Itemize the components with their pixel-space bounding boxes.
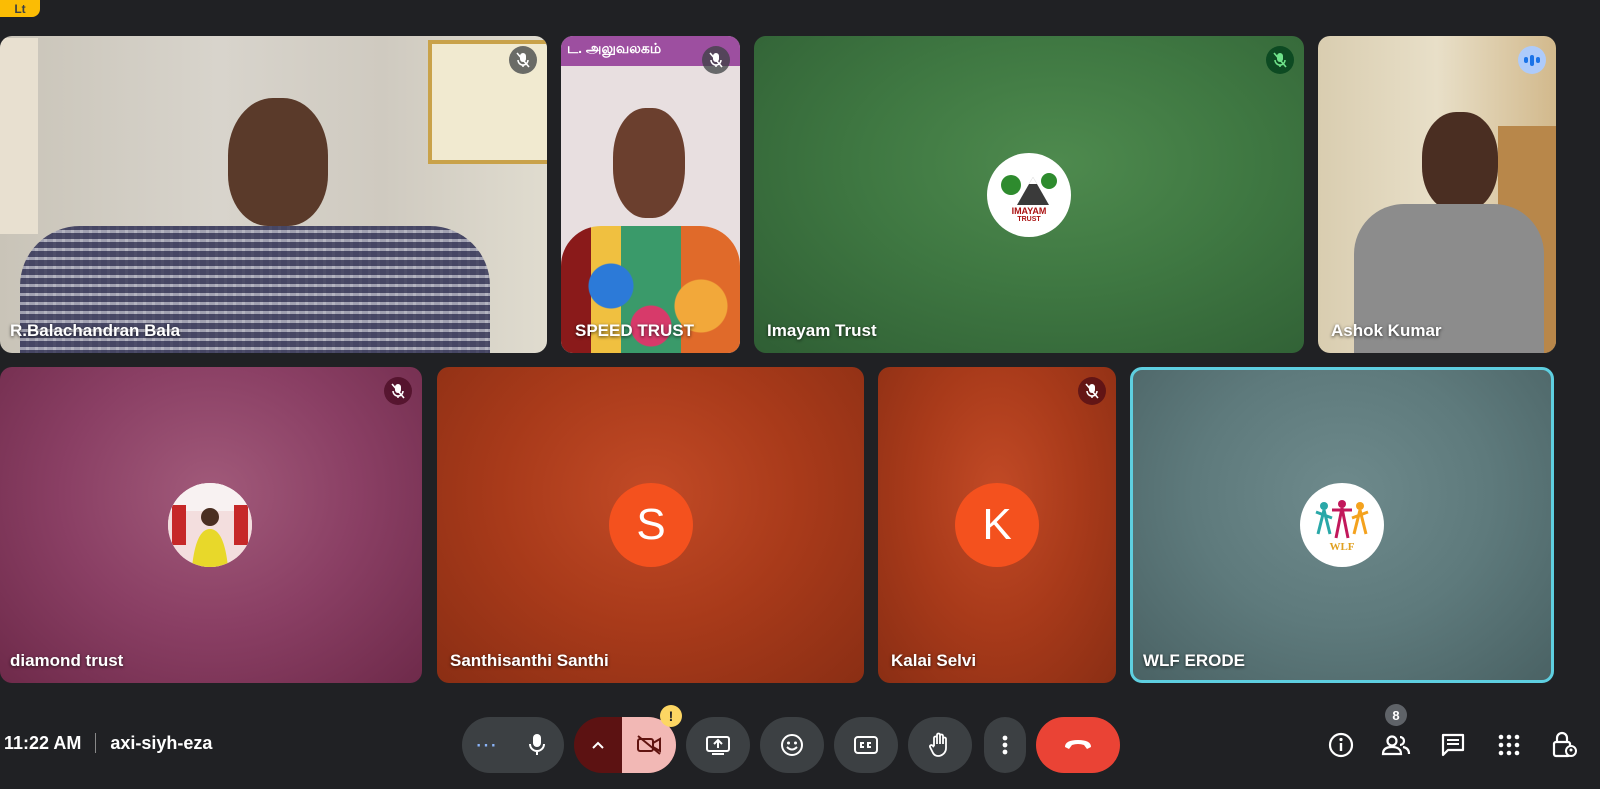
camera-off-button[interactable]: ! [622, 705, 682, 773]
apps-grid-icon [1498, 734, 1520, 756]
mountain-tree-icon [1001, 172, 1057, 205]
mic-off-indicator [1078, 377, 1106, 405]
mic-off-indicator [384, 377, 412, 405]
camera-alert-badge: ! [660, 705, 682, 727]
closed-captions-icon [854, 736, 878, 754]
info-divider [95, 733, 97, 753]
participant-tile-wlf-erode[interactable]: WLF WLF ERODE [1130, 367, 1554, 683]
more-dots-icon: ⋯ [475, 732, 497, 757]
audio-options-button[interactable]: ⋯ [462, 717, 510, 773]
participant-name: WLF ERODE [1143, 651, 1245, 670]
meeting-time: 11:22 AM [4, 732, 82, 753]
imayam-logo-avatar: IMAYAM TRUST [987, 153, 1071, 237]
participant-tile-kalai-selvi[interactable]: K Kalai Selvi [878, 367, 1116, 683]
initial-avatar: K [955, 483, 1039, 567]
mic-off-icon [391, 383, 405, 399]
mic-button[interactable] [510, 717, 564, 773]
participant-tile-diamond-trust[interactable]: diamond trust [0, 367, 422, 683]
raise-hand-icon [929, 732, 947, 757]
meeting-details-button[interactable] [1326, 730, 1356, 760]
more-options-button[interactable] [984, 717, 1026, 773]
person-head [228, 98, 328, 226]
lock-person-icon [1552, 731, 1577, 758]
participant-name: Kalai Selvi [891, 651, 977, 670]
participant-tile-imayam-trust[interactable]: IMAYAM TRUST Imayam Trust [754, 36, 1304, 353]
emoji-icon [781, 734, 803, 756]
people-button[interactable]: 8 [1381, 704, 1411, 760]
leave-call-button[interactable] [1036, 717, 1120, 773]
mic-off-indicator [509, 46, 537, 74]
more-vert-icon [1002, 735, 1008, 755]
calendar [0, 38, 38, 234]
chat-button[interactable] [1438, 730, 1468, 760]
participant-name: Ashok Kumar [1331, 321, 1442, 340]
speaking-indicator [1518, 46, 1546, 74]
top-badge-label: Lt [14, 1, 26, 16]
participant-count-badge: 8 [1385, 704, 1407, 726]
participant-name: Santhisanthi Santhi [450, 651, 609, 670]
participant-tile-santhisanthi-santhi[interactable]: S Santhisanthi Santhi [437, 367, 864, 683]
chevron-up-icon [592, 741, 604, 749]
video-control-group: ! [574, 705, 682, 773]
wlf-logo-avatar: WLF [1300, 483, 1384, 567]
avatar-initial: K [982, 500, 1012, 549]
participant-tile-balachandran[interactable]: R.Balachandran Bala [0, 36, 547, 353]
wlf-logo-text: WLF [1329, 540, 1355, 553]
meeting-info: 11:22 AM axi-siyh-eza [4, 730, 212, 756]
initial-avatar: S [609, 483, 693, 567]
mic-icon [529, 734, 545, 755]
audio-control-group: ⋯ [462, 717, 564, 773]
diamond-trust-avatar [168, 483, 252, 567]
hang-up-icon [1065, 740, 1091, 749]
avatar-initial: S [636, 500, 666, 549]
info-icon [1328, 732, 1354, 758]
participant-count: 8 [1392, 707, 1400, 723]
video-off-icon [637, 735, 661, 755]
captions-button[interactable] [834, 717, 898, 773]
mic-off-icon [709, 52, 723, 68]
mic-off-icon [1085, 383, 1099, 399]
mic-off-icon [516, 52, 530, 68]
chat-icon [1441, 733, 1465, 757]
person-head [613, 108, 685, 218]
video-options-button[interactable] [574, 717, 622, 773]
mic-off-indicator [702, 46, 730, 74]
participant-name: Imayam Trust [767, 321, 877, 340]
activities-button[interactable] [1494, 730, 1524, 760]
alert-icon: ! [668, 708, 674, 724]
present-screen-button[interactable] [686, 717, 750, 773]
imayam-logo-subtext: TRUST [1017, 215, 1041, 223]
raise-hand-button[interactable] [908, 717, 972, 773]
participant-name: SPEED TRUST [575, 321, 695, 340]
imayam-logo-text: IMAYAM [1011, 205, 1047, 216]
host-controls-button[interactable] [1549, 730, 1579, 760]
profile-photo [168, 483, 252, 567]
meeting-code: axi-siyh-eza [110, 732, 213, 753]
participant-tile-speed-trust[interactable]: ட. அலுவலகம் SPEED TRUST [561, 36, 740, 353]
person-head [1422, 112, 1498, 212]
mic-muted-green-indicator [1266, 46, 1294, 74]
present-screen-icon [706, 736, 730, 755]
people-icon [1381, 735, 1411, 756]
participant-name: R.Balachandran Bala [10, 321, 181, 340]
people-logo-icon [1315, 499, 1369, 538]
mic-off-icon [1273, 52, 1287, 68]
emoji-reactions-button[interactable] [760, 717, 824, 773]
participant-name: diamond trust [10, 651, 124, 670]
participant-tile-ashok-kumar[interactable]: Ashok Kumar [1318, 36, 1556, 353]
top-left-badge[interactable]: Lt [0, 0, 40, 17]
